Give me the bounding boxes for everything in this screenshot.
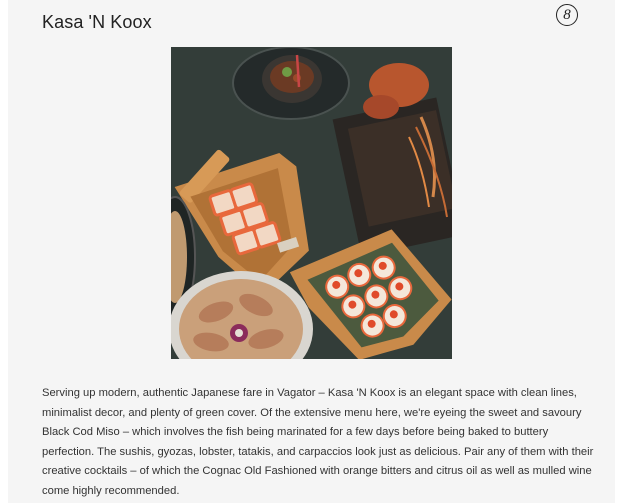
restaurant-title: Kasa 'N Koox: [42, 12, 152, 32]
rank-badge: 8: [556, 4, 578, 26]
food-photo: [171, 47, 452, 359]
article-card: Kasa 'N Koox 8 Serving up modern, authen…: [8, 0, 615, 503]
restaurant-description: Serving up modern, authentic Japanese fa…: [42, 387, 594, 497]
